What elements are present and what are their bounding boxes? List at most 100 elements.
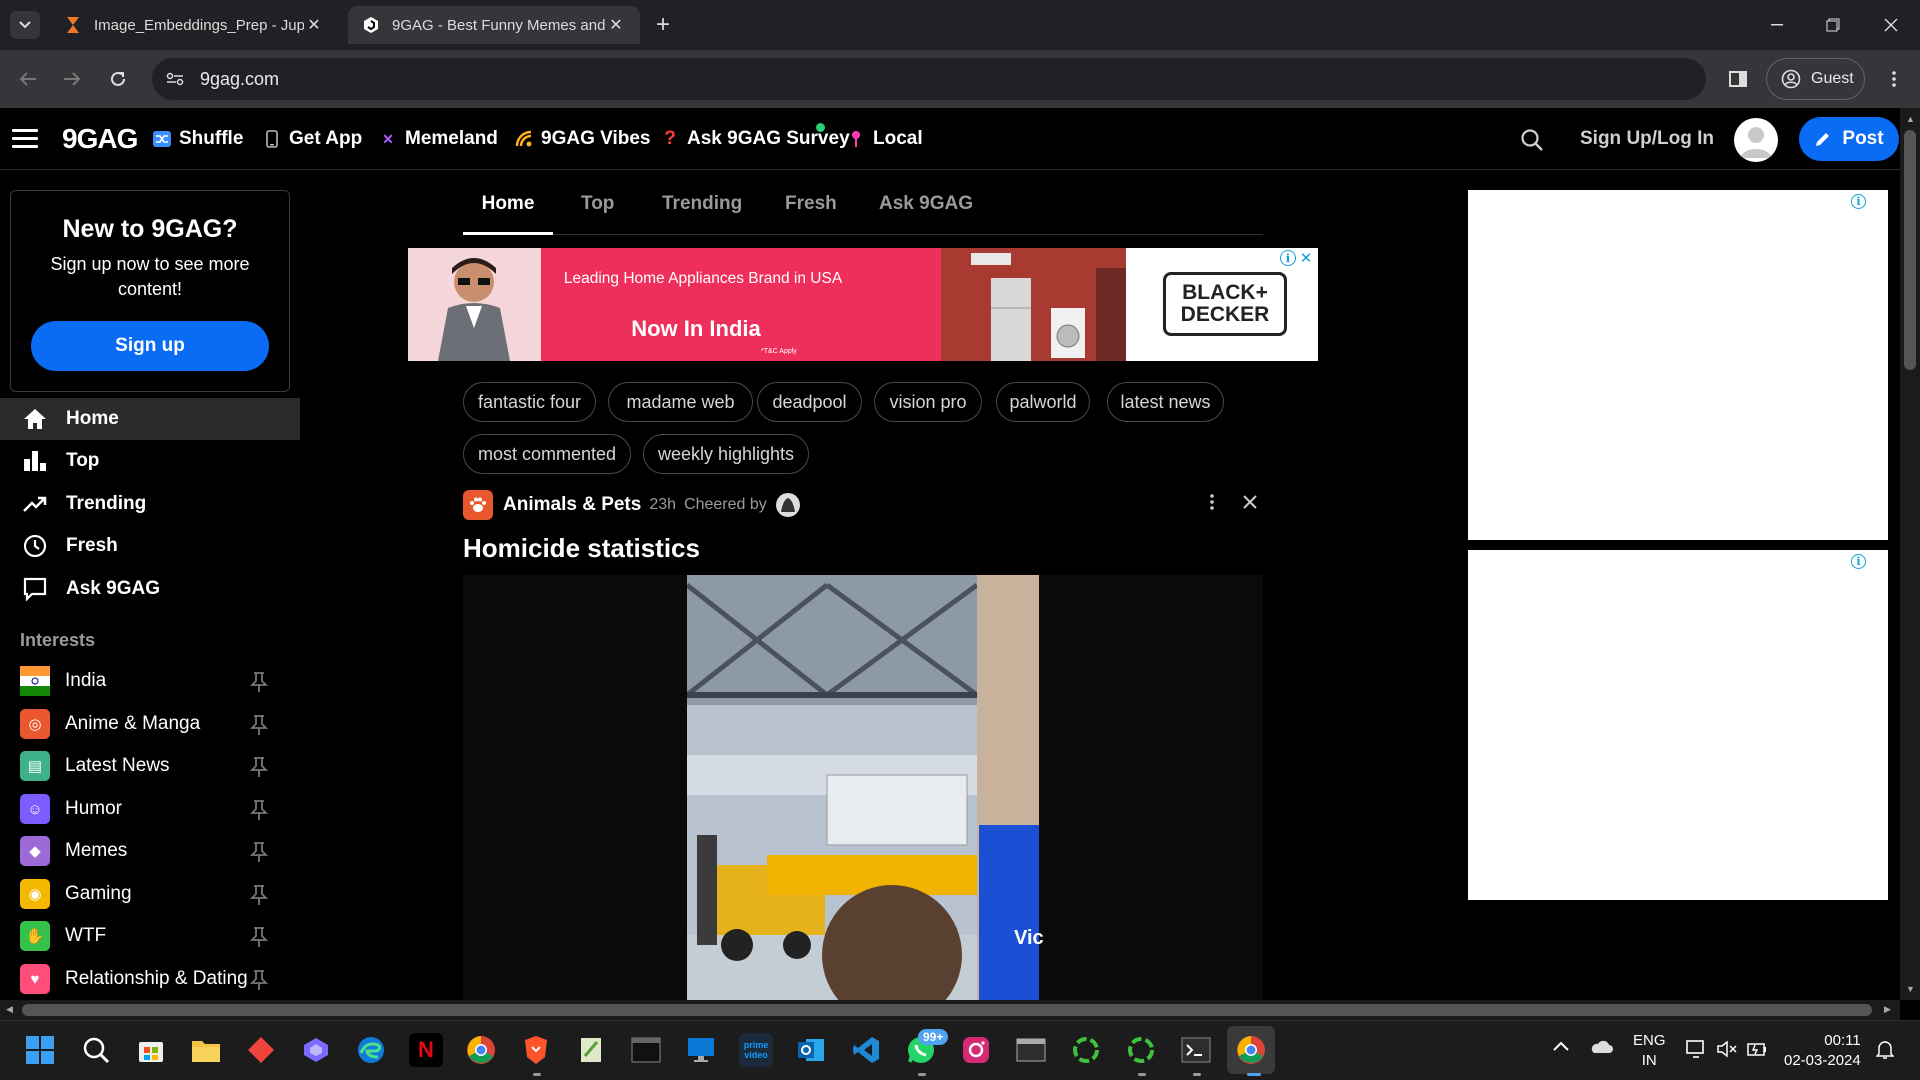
forward-button[interactable] [56, 63, 88, 95]
chrome-icon[interactable] [464, 1033, 498, 1067]
minimize-button[interactable] [1754, 10, 1800, 40]
sidebar-item-ask-9gag[interactable]: Ask 9GAG [0, 568, 300, 610]
outlook-icon[interactable] [794, 1033, 828, 1067]
signup-login-link[interactable]: Sign Up/Log In [1580, 128, 1714, 150]
nav-local[interactable]: Local [846, 128, 923, 150]
ad-info-icon[interactable]: i [1280, 250, 1296, 266]
netflix-icon[interactable]: N [409, 1033, 443, 1067]
nav-9gag-vibes[interactable]: 9GAG Vibes [514, 128, 650, 150]
edge-icon[interactable] [354, 1033, 388, 1067]
side-ad-bottom[interactable]: i [1468, 550, 1888, 900]
sidebar-item-fresh[interactable]: Fresh [0, 525, 300, 567]
pin-icon[interactable] [250, 841, 268, 863]
side-ad-top[interactable]: i [1468, 190, 1888, 540]
tab-home[interactable]: Home [463, 185, 553, 235]
interest-humor[interactable]: ☺ Humor [0, 789, 280, 829]
pin-icon[interactable] [250, 671, 268, 693]
hide-post-icon[interactable] [1242, 494, 1258, 510]
system-clock[interactable]: 00:11 02-03-2024 [1784, 1031, 1861, 1071]
close-tab-icon[interactable]: ✕ [606, 15, 626, 35]
tag-chip[interactable]: most commented [463, 434, 631, 474]
reload-button[interactable] [102, 63, 134, 95]
windows-start-icon[interactable] [23, 1033, 57, 1067]
tag-chip[interactable]: fantastic four [463, 382, 596, 422]
ad-info-icon[interactable]: i [1851, 194, 1866, 209]
signup-button[interactable]: Sign up [31, 321, 269, 371]
ad-info-icon[interactable]: i [1851, 554, 1866, 569]
interest-memes[interactable]: ◆ Memes [0, 831, 280, 871]
interest-india[interactable]: India [0, 661, 280, 701]
post-title[interactable]: Homicide statistics [463, 533, 700, 564]
more-options-icon[interactable] [1210, 494, 1214, 510]
brave-icon[interactable] [519, 1033, 553, 1067]
sidebar-item-trending[interactable]: Trending [0, 483, 300, 525]
interest-anime-manga[interactable]: ◎ Anime & Manga [0, 704, 280, 744]
pin-icon[interactable] [250, 884, 268, 906]
sidebar-item-home[interactable]: Home [0, 398, 300, 440]
interest-wtf[interactable]: ✋ WTF [0, 916, 280, 956]
copilot-icon[interactable] [299, 1033, 333, 1067]
pin-icon[interactable] [250, 926, 268, 948]
language-indicator[interactable]: ENG IN [1633, 1031, 1666, 1071]
vertical-scrollbar[interactable]: ▲ ▼ [1900, 108, 1920, 1000]
pin-icon[interactable] [250, 714, 268, 736]
terminal-icon[interactable] [629, 1033, 663, 1067]
anydesk-icon[interactable] [244, 1033, 278, 1067]
powershell-icon[interactable] [1179, 1033, 1213, 1067]
scroll-right-icon[interactable]: ▶ [1884, 1004, 1891, 1015]
tab-fresh[interactable]: Fresh [785, 185, 837, 235]
search-icon[interactable] [79, 1033, 113, 1067]
restore-button[interactable] [1810, 10, 1856, 40]
tag-chip[interactable]: madame web [608, 382, 753, 422]
tab-ask-9gag[interactable]: Ask 9GAG [879, 185, 973, 235]
chrome-active-icon[interactable] [1227, 1026, 1275, 1074]
address-bar[interactable]: 9gag.com [152, 58, 1706, 100]
browser-tab-9gag[interactable]: 9GAG - Best Funny Memes and ✕ [348, 6, 640, 44]
post-media[interactable]: Vic [463, 575, 1263, 1000]
side-panel-icon[interactable] [1722, 63, 1754, 95]
pin-icon[interactable] [250, 756, 268, 778]
post-category-link[interactable]: Animals & Pets [503, 494, 641, 516]
tab-list-button[interactable] [10, 11, 40, 39]
sidebar-item-top[interactable]: Top [0, 440, 300, 482]
hamburger-menu-icon[interactable] [12, 129, 38, 149]
notification-bell-icon[interactable] [1876, 1039, 1894, 1059]
tag-chip[interactable]: weekly highlights [643, 434, 809, 474]
guest-profile-button[interactable]: Guest [1766, 58, 1865, 100]
file-explorer-icon[interactable] [189, 1033, 223, 1067]
cheer-avatar[interactable] [775, 492, 801, 518]
tray-chevron-up-icon[interactable] [1553, 1041, 1569, 1051]
post-button[interactable]: Post [1799, 117, 1899, 161]
tag-chip[interactable]: deadpool [757, 382, 862, 422]
tag-chip[interactable]: latest news [1107, 382, 1224, 422]
vertical-scroll-thumb[interactable] [1904, 130, 1916, 370]
new-tab-button[interactable]: + [650, 11, 676, 38]
horizontal-scroll-thumb[interactable] [22, 1004, 1872, 1016]
loading-ring-icon[interactable] [1069, 1033, 1103, 1067]
scroll-left-icon[interactable]: ◀ [6, 1004, 13, 1015]
vscode-icon[interactable] [849, 1033, 883, 1067]
app-window-icon[interactable] [1014, 1033, 1048, 1067]
remote-desktop-icon[interactable] [684, 1033, 718, 1067]
browser-tab-jupyter[interactable]: Image_Embeddings_Prep - Jupyter ✕ [50, 6, 338, 44]
site-logo[interactable]: 9GAG [62, 123, 138, 155]
interest-relationship-dating[interactable]: ♥ Relationship & Dating [0, 959, 280, 999]
tab-top[interactable]: Top [581, 185, 614, 235]
close-window-button[interactable] [1868, 10, 1914, 40]
site-info-icon[interactable] [166, 72, 184, 86]
scroll-up-icon[interactable]: ▲ [1906, 114, 1915, 124]
nav-get-app[interactable]: Get App [262, 128, 362, 150]
search-icon[interactable] [1520, 128, 1544, 152]
store-icon[interactable] [134, 1033, 168, 1067]
avatar[interactable] [1734, 118, 1778, 162]
network-icon[interactable] [1686, 1039, 1708, 1059]
loading-ring-icon-2[interactable] [1124, 1033, 1158, 1067]
notepad-plus-icon[interactable] [574, 1033, 608, 1067]
horizontal-scrollbar[interactable]: ◀ ▶ [0, 1000, 1900, 1020]
tab-trending[interactable]: Trending [662, 185, 742, 235]
back-button[interactable] [12, 63, 44, 95]
tag-chip[interactable]: palworld [996, 382, 1090, 422]
instagram-icon[interactable] [959, 1033, 993, 1067]
onedrive-icon[interactable] [1589, 1040, 1613, 1054]
nav-memeland[interactable]: ✕ Memeland [378, 128, 498, 150]
